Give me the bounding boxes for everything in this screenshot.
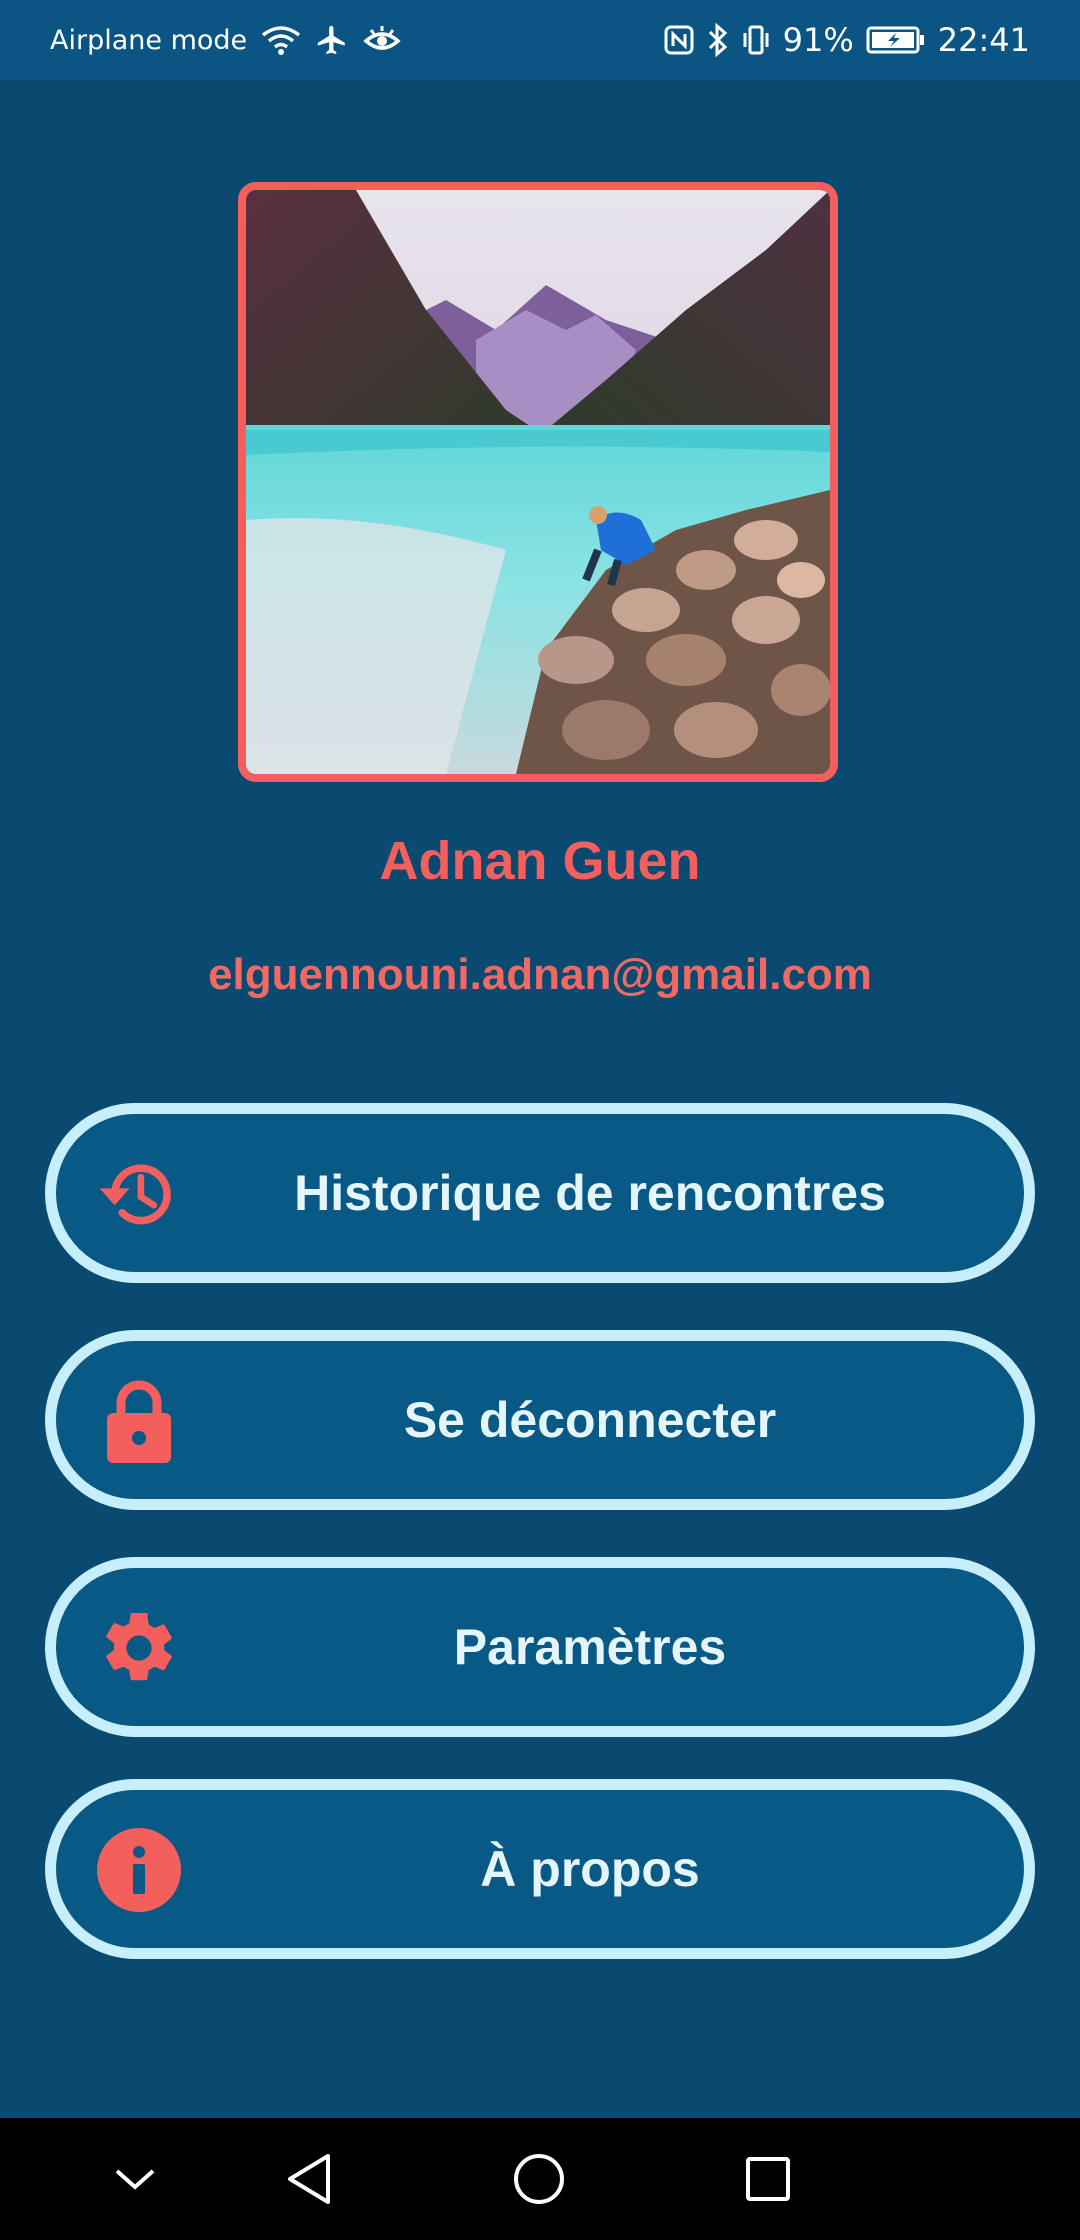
battery-charging-icon [866, 25, 926, 55]
profile-photo[interactable] [238, 182, 838, 782]
airplane-mode-label: Airplane mode [50, 24, 248, 56]
status-left: Airplane mode [50, 0, 401, 80]
settings-button[interactable]: Paramètres [45, 1557, 1035, 1737]
eye-icon [363, 25, 401, 55]
recents-icon[interactable] [708, 2118, 828, 2240]
back-icon[interactable] [249, 2118, 369, 2240]
logout-button[interactable]: Se déconnecter [45, 1330, 1035, 1510]
history-icon [94, 1154, 184, 1234]
lake-photo-image [246, 190, 830, 774]
bluetooth-icon [707, 23, 729, 57]
clock: 22:41 [937, 21, 1030, 59]
navigation-bar [0, 2118, 1080, 2240]
info-icon [94, 1828, 184, 1912]
user-name: Adnan Guen [379, 831, 701, 891]
lock-icon [94, 1380, 184, 1463]
logout-label: Se déconnecter [403, 1392, 777, 1448]
home-icon[interactable] [479, 2118, 599, 2240]
gear-icon [94, 1608, 184, 1688]
nfc-icon [663, 24, 695, 56]
settings-label: Paramètres [453, 1619, 727, 1675]
battery-percent: 91% [782, 21, 854, 59]
wifi-icon [261, 23, 301, 57]
status-bar: Airplane mode 91% 22:41 [0, 0, 1080, 80]
vibrate-icon [741, 24, 771, 56]
collapse-chevron-icon[interactable] [75, 2118, 195, 2240]
profile-screen: Adnan Guen elguennouni.adnan@gmail.com H… [0, 80, 1080, 2118]
airplane-icon [315, 23, 349, 57]
history-button[interactable]: Historique de rencontres [45, 1103, 1035, 1283]
history-label: Historique de rencontres [294, 1165, 886, 1221]
about-label: À propos [480, 1841, 700, 1897]
about-button[interactable]: À propos [45, 1779, 1035, 1959]
user-email: elguennouni.adnan@gmail.com [208, 950, 872, 999]
status-right: 91% 22:41 [663, 0, 1030, 80]
